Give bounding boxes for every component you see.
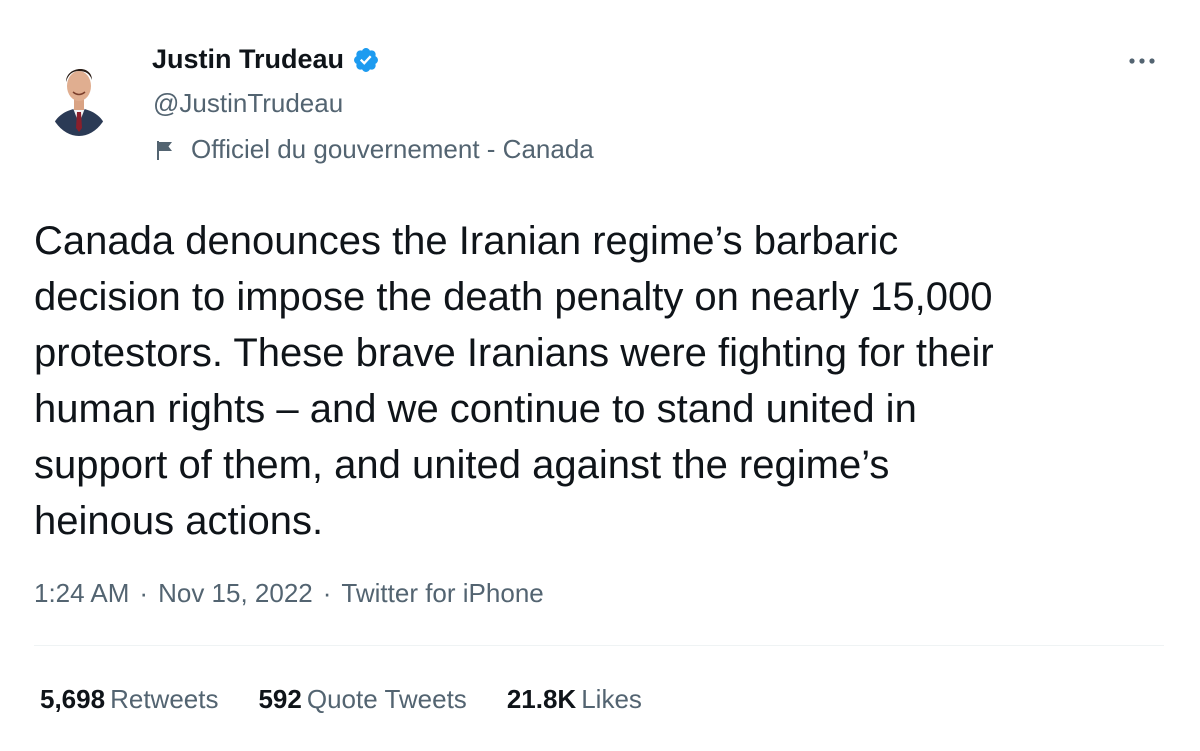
meta-separator: · (322, 578, 332, 608)
government-label: Officiel du gouvernement - Canada (153, 134, 594, 165)
tweet-time[interactable]: 1:24 AM (34, 578, 129, 608)
retweets-stat[interactable]: 5,698 Retweets (40, 684, 218, 715)
tweet-source[interactable]: Twitter for iPhone (341, 578, 543, 608)
quote-tweets-count: 592 (258, 684, 302, 714)
author-handle[interactable]: @JustinTrudeau (153, 88, 343, 119)
flag-icon (153, 138, 177, 162)
divider (34, 645, 1164, 646)
author-name-text[interactable]: Justin Trudeau (152, 44, 344, 75)
tweet-text: Canada denounces the Iranian regime’s ba… (34, 219, 994, 543)
likes-label: Likes (581, 684, 642, 714)
government-label-text: Officiel du gouvernement - Canada (191, 134, 594, 164)
avatar[interactable] (46, 44, 112, 136)
more-options-icon[interactable] (1124, 50, 1160, 72)
likes-stat[interactable]: 21.8K Likes (507, 684, 642, 715)
retweets-label: Retweets (110, 684, 219, 714)
engagement-stats: 5,698 Retweets 592 Quote Tweets 21.8K Likes (40, 684, 682, 715)
tweet-metadata: 1:24 AM · Nov 15, 2022 · Twitter for iPhone (34, 578, 544, 609)
quote-tweets-label: Quote Tweets (306, 684, 467, 714)
verified-badge-icon (352, 46, 380, 74)
tweet-date[interactable]: Nov 15, 2022 (158, 578, 313, 608)
retweets-count: 5,698 (40, 684, 106, 714)
quote-tweets-stat[interactable]: 592 Quote Tweets (258, 684, 466, 715)
tweet-card: Justin Trudeau @JustinTrudeau Officiel d… (0, 0, 1200, 751)
likes-count: 21.8K (506, 684, 577, 714)
meta-separator: · (139, 578, 149, 608)
author-name[interactable]: Justin Trudeau (152, 44, 380, 75)
